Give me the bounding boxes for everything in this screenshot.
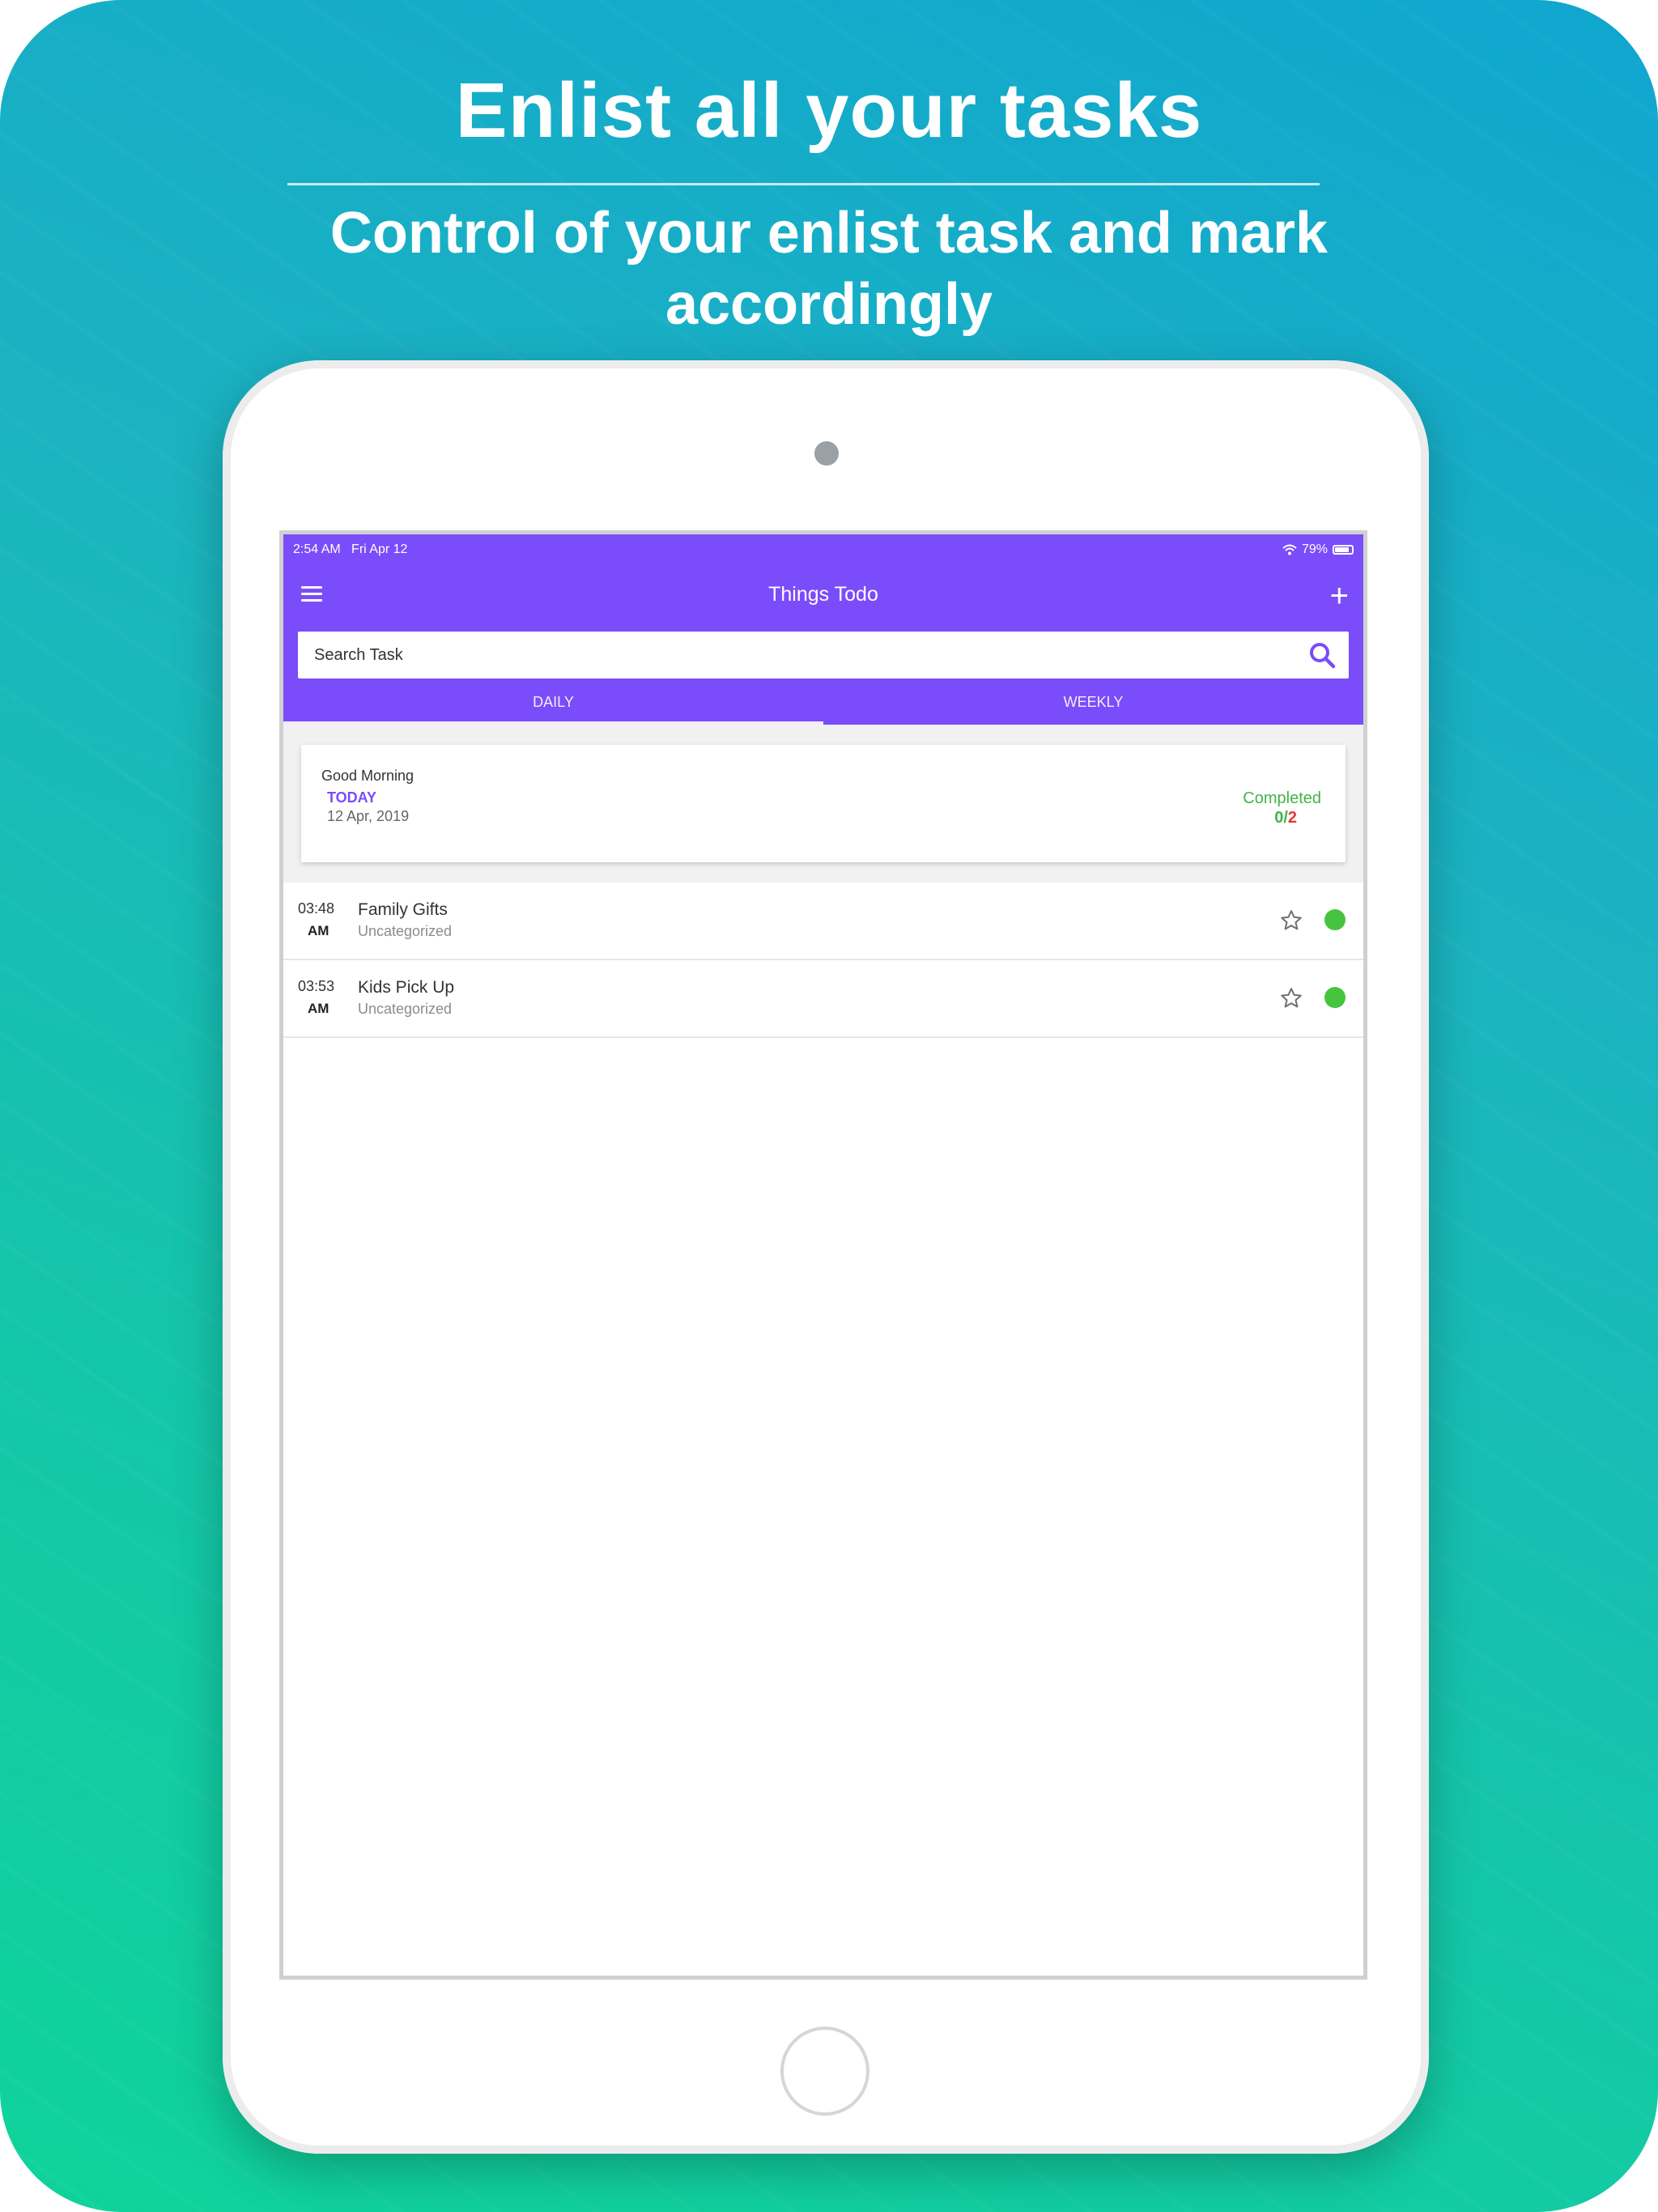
status-dot[interactable] — [1324, 987, 1346, 1008]
today-label: TODAY — [327, 789, 377, 806]
task-ampm: AM — [308, 1001, 329, 1016]
home-button — [780, 2027, 869, 2116]
status-bar: 2:54 AM Fri Apr 12 79% — [283, 542, 1363, 567]
task-row[interactable]: 03:53 AM Kids Pick Up Uncategorized — [283, 960, 1363, 1038]
search-input[interactable] — [298, 632, 1294, 678]
search-icon[interactable] — [1308, 641, 1336, 669]
greeting-text: Good Morning — [321, 768, 414, 784]
completed-total: 2 — [1287, 809, 1297, 827]
task-list: 03:48 AM Family Gifts Uncategorized 03:5… — [283, 883, 1363, 1038]
search-bar — [298, 632, 1349, 678]
status-indicators: 79% — [1282, 542, 1354, 557]
task-ampm: AM — [308, 923, 329, 938]
tablet-frame: 2:54 AM Fri Apr 12 79% Things Todo + Sea… — [223, 360, 1429, 2154]
task-title: Family Gifts — [358, 900, 448, 919]
tablet-camera — [814, 441, 839, 466]
tab-bar: DAILY WEEKLY — [283, 680, 1363, 725]
task-time: 03:48 — [298, 900, 335, 917]
task-title: Kids Pick Up — [358, 978, 455, 997]
status-dot[interactable] — [1324, 909, 1346, 930]
tab-weekly[interactable]: WEEKLY — [823, 680, 1363, 725]
promo-divider — [287, 183, 1320, 185]
app-screen: 2:54 AM Fri Apr 12 79% Things Todo + Sea… — [283, 534, 1363, 1976]
completed-done: 0 — [1274, 809, 1284, 827]
task-row[interactable]: 03:48 AM Family Gifts Uncategorized — [283, 883, 1363, 960]
battery-icon — [1333, 545, 1354, 555]
wifi-icon — [1282, 544, 1297, 555]
app-header: 2:54 AM Fri Apr 12 79% Things Todo + Sea… — [283, 534, 1363, 725]
task-category: Uncategorized — [358, 1001, 453, 1017]
plus-icon[interactable]: + — [1330, 580, 1349, 612]
summary-card: Good Morning TODAY 12 Apr, 2019 Complete… — [301, 745, 1346, 862]
app-title: Things Todo — [768, 583, 878, 606]
star-icon[interactable] — [1279, 986, 1303, 1010]
task-category: Uncategorized — [358, 923, 453, 939]
promo-subline: Control of your enlist task and mark acc… — [329, 201, 1329, 337]
today-date: 12 Apr, 2019 — [327, 808, 410, 824]
completed-count: 0/2 — [1274, 809, 1297, 827]
promo-background: Enlist all your tasks Control of your en… — [0, 0, 1658, 2212]
star-icon[interactable] — [1279, 908, 1303, 933]
completed-label: Completed — [1243, 789, 1321, 807]
promo-headline: Enlist all your tasks — [455, 67, 1203, 154]
tab-daily[interactable]: DAILY — [283, 680, 823, 725]
status-time-date: 2:54 AM Fri Apr 12 — [293, 542, 407, 557]
status-time: 2:54 AM — [293, 542, 341, 556]
status-date: Fri Apr 12 — [351, 542, 408, 556]
task-time: 03:53 — [298, 978, 335, 994]
battery-percent: 79% — [1301, 542, 1328, 556]
